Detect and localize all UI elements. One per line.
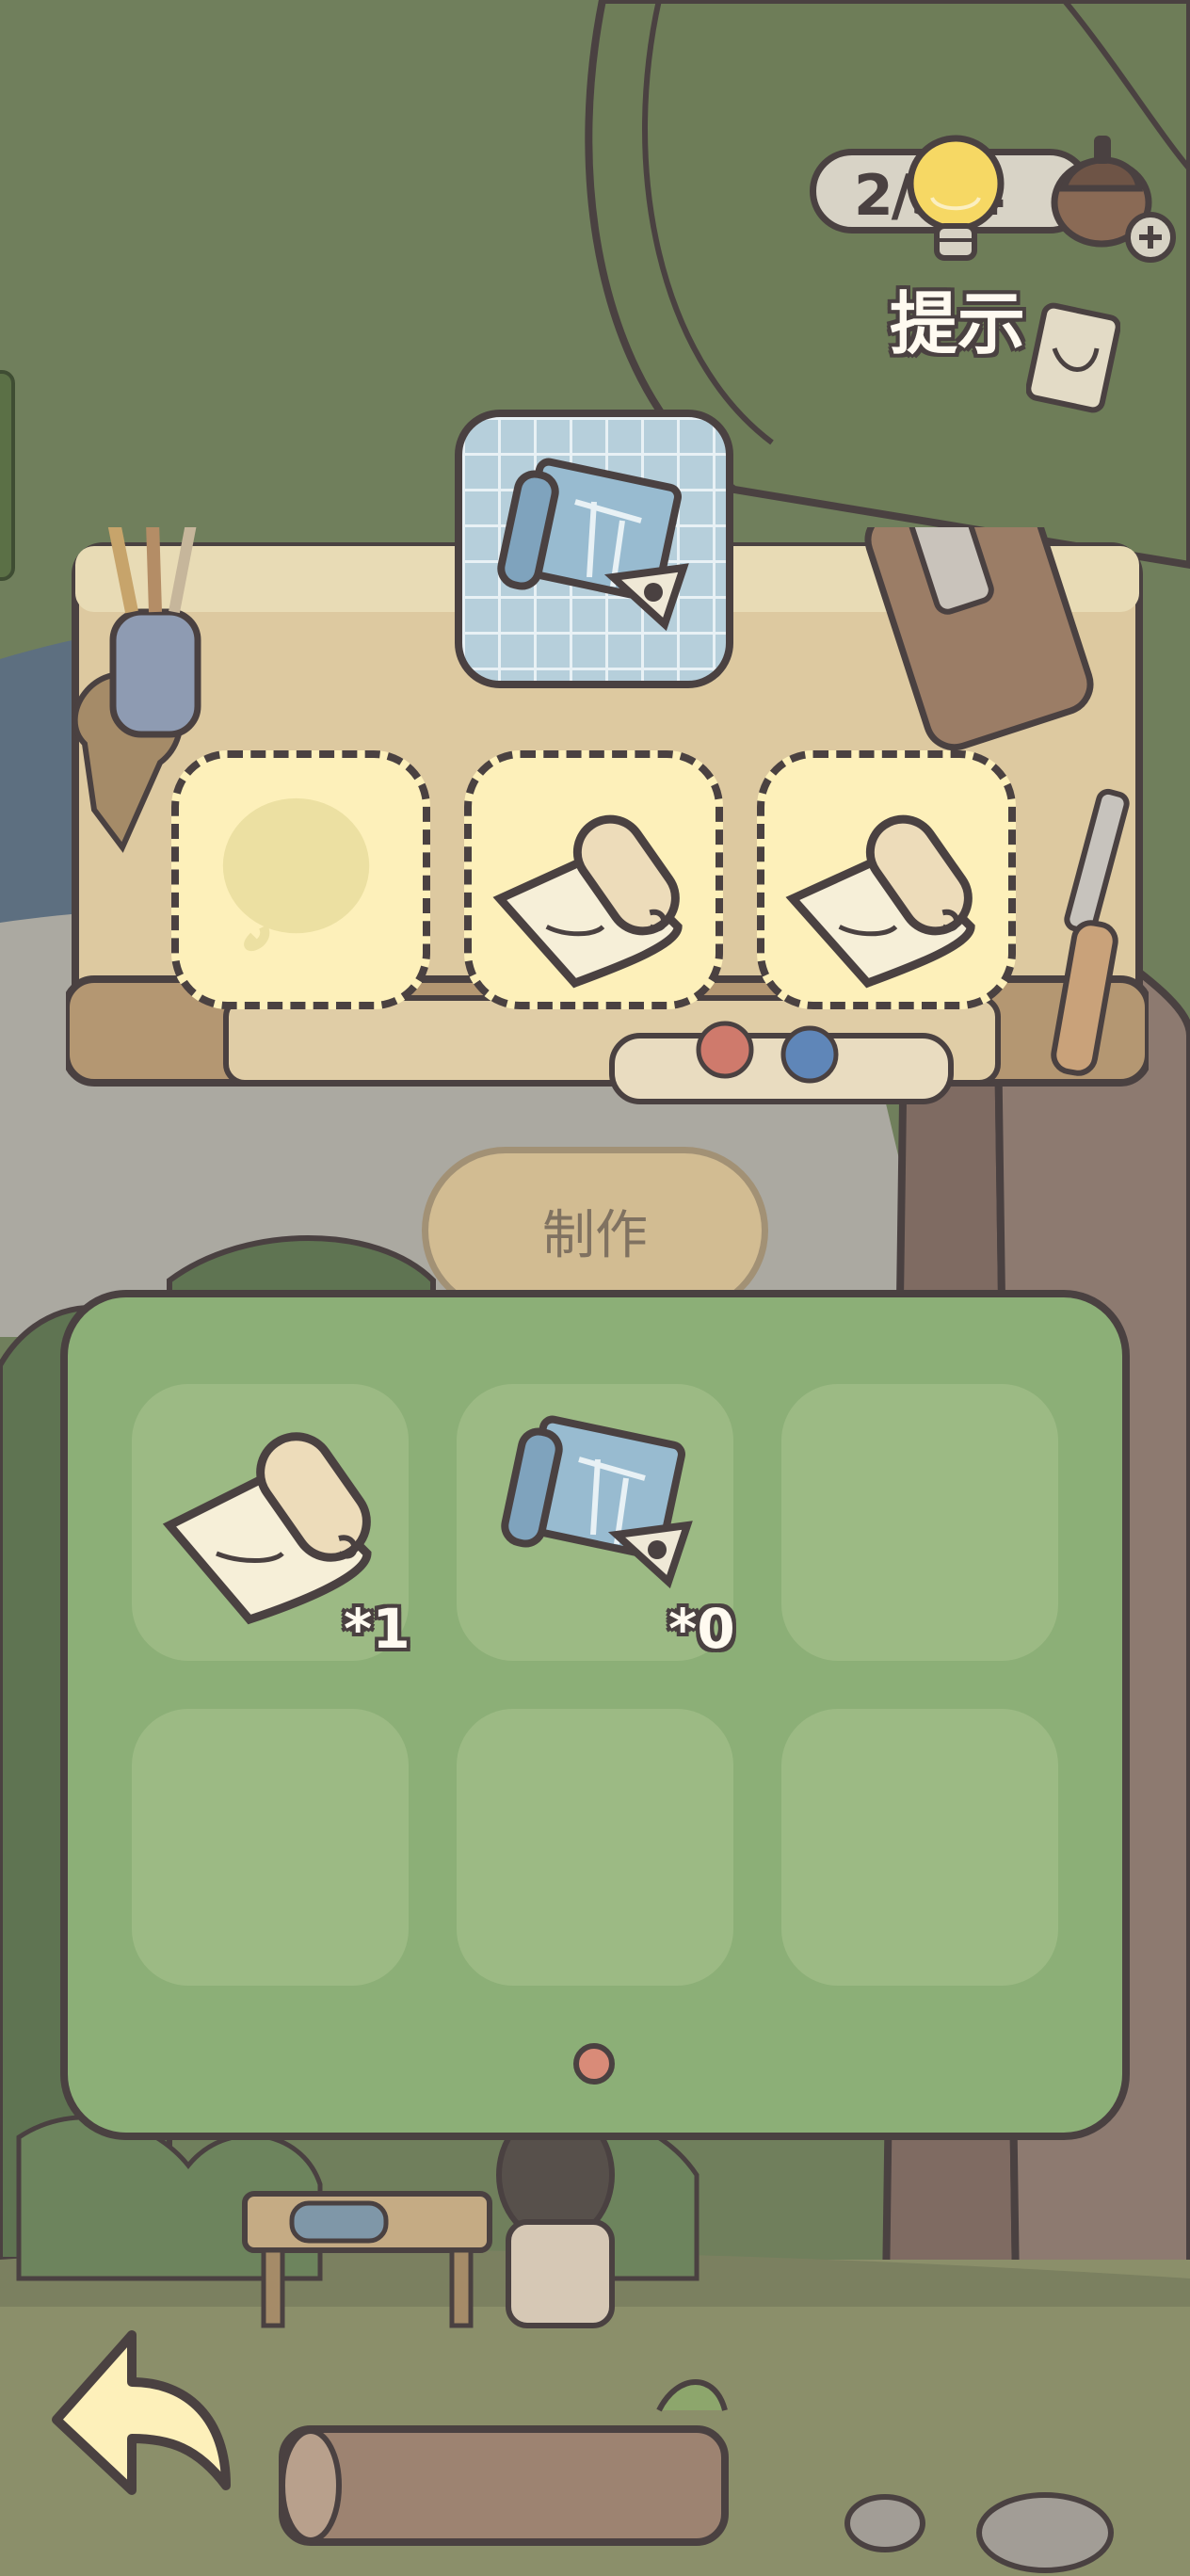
craft-result-slot[interactable] bbox=[455, 410, 733, 688]
make-button-label: 制作 bbox=[542, 1204, 648, 1266]
leaf-silhouette-icon bbox=[222, 797, 370, 952]
paper-scroll-icon bbox=[785, 814, 975, 989]
inventory-slot-3[interactable] bbox=[781, 1384, 1058, 1661]
back-arrow-icon[interactable] bbox=[38, 2316, 235, 2504]
paper-scroll-icon bbox=[492, 814, 683, 989]
inventory-slot-5[interactable] bbox=[457, 1709, 733, 1986]
page-indicator-dot bbox=[573, 2043, 615, 2085]
item-count: *1 bbox=[344, 1597, 410, 1661]
inventory-slot-4[interactable] bbox=[132, 1709, 409, 1986]
lightbulb-icon bbox=[907, 135, 1005, 261]
ingredient-slot-3[interactable] bbox=[757, 750, 1016, 1009]
blueprint-scroll-icon bbox=[497, 458, 689, 632]
hint-label[interactable]: 提示 bbox=[890, 268, 1025, 367]
inventory-slot-6[interactable] bbox=[781, 1709, 1058, 1986]
hint-card-icon bbox=[1026, 302, 1120, 413]
ingredient-slot-2[interactable] bbox=[464, 750, 723, 1009]
item-count: *0 bbox=[668, 1597, 735, 1661]
ingredient-slot-1[interactable] bbox=[171, 750, 430, 1009]
inventory-slot-1[interactable]: *1 bbox=[132, 1384, 410, 1661]
acorn-add-icon[interactable] bbox=[1045, 122, 1177, 273]
inventory-slot-2[interactable]: *0 bbox=[457, 1384, 735, 1661]
